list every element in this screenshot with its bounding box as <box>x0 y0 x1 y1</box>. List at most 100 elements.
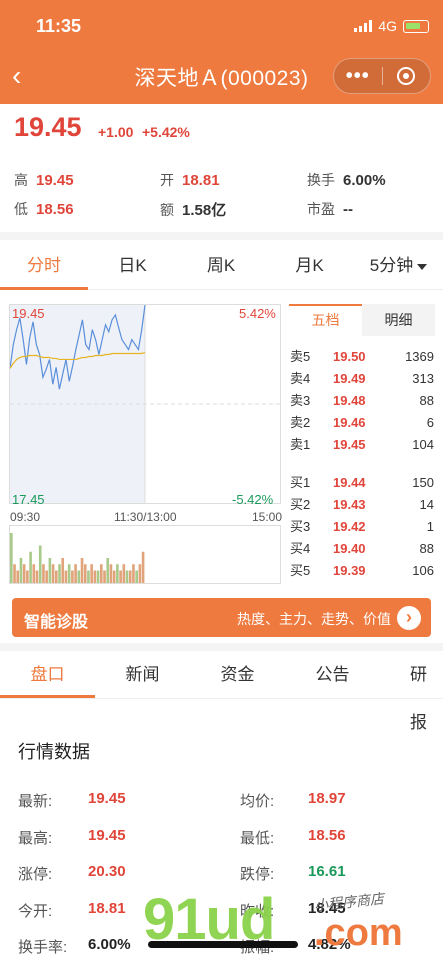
market-item: 今开: 18.81 <box>18 900 126 921</box>
orderbook-tabs: 五档 明细 <box>289 304 435 336</box>
market-item: 均价: 18.97 <box>240 790 346 811</box>
orderbook-volume: 6 <box>426 415 434 430</box>
summary-item: 低 18.56 <box>14 199 74 219</box>
price-line-chart <box>9 304 280 503</box>
caret-down-icon <box>417 263 428 270</box>
summary-label: 额 <box>160 202 174 218</box>
volume-bar <box>48 558 52 583</box>
arrow-right-icon[interactable]: › <box>397 606 421 630</box>
market-item: 跌停: 16.61 <box>240 863 346 884</box>
orderbook-volume: 150 <box>412 475 434 490</box>
target-ring-icon[interactable] <box>383 67 431 85</box>
market-item: 最高: 19.45 <box>18 827 126 848</box>
info-tabs: 盘口 新闻 资金 公告 研报 <box>0 651 443 732</box>
tab-indicator <box>0 287 88 290</box>
market-value: 6.00% <box>88 936 131 953</box>
tab-handicap[interactable]: 盘口 <box>0 651 95 699</box>
volume-bar <box>135 570 138 583</box>
volume-bar <box>103 570 106 583</box>
volume-bar <box>77 570 81 583</box>
market-item: 换手率: 6.00% <box>18 936 131 957</box>
volume-bar <box>80 558 84 583</box>
volume-bar <box>116 564 119 583</box>
tab-news[interactable]: 新闻 <box>95 651 190 699</box>
orderbook-price: 19.40 <box>333 541 366 556</box>
market-label: 均价: <box>240 793 275 810</box>
status-time: 11:35 <box>36 16 82 36</box>
orderbook-row: 卖5 19.50 1369 <box>290 346 434 368</box>
volume-bar <box>64 570 68 583</box>
mini-program-capsule: ••• <box>333 58 431 94</box>
tab-intraday[interactable]: 分时 <box>0 242 88 290</box>
tab-5min[interactable]: 5分钟 <box>354 242 443 290</box>
price-change: +1.00 <box>98 124 134 140</box>
volume-bar <box>71 570 74 583</box>
tab-details[interactable]: 明细 <box>362 304 435 336</box>
section-divider <box>0 232 443 240</box>
summary-item: 开 18.81 <box>160 170 220 190</box>
market-label: 换手率: <box>18 939 68 956</box>
volume-bar <box>29 551 32 583</box>
volume-bar <box>90 564 93 583</box>
network-label: 4G <box>378 18 397 34</box>
market-value: 19.45 <box>88 826 126 844</box>
chart-tabs: 分时 日K 周K 月K 5分钟 <box>0 242 443 290</box>
orderbook-level: 买3 <box>290 519 311 534</box>
orderbook-volume: 88 <box>419 393 434 408</box>
summary-value: -- <box>343 201 353 218</box>
y-label-top-pct: 5.42% <box>239 306 276 321</box>
volume-bar <box>125 570 129 583</box>
orderbook-row: 买3 19.42 1 <box>290 516 434 538</box>
y-label-top: 19.45 <box>12 306 45 321</box>
orderbook-row: 卖3 19.48 88 <box>290 390 434 412</box>
tab-announcements[interactable]: 公告 <box>285 651 380 699</box>
current-price: 19.45 <box>14 112 82 142</box>
watermark-suffix: .com <box>314 912 403 954</box>
volume-bar <box>74 564 77 583</box>
summary-label: 市盈 <box>307 201 335 217</box>
orderbook-price: 19.49 <box>333 371 366 386</box>
orderbook-volume: 104 <box>412 437 434 452</box>
watermark-underline <box>148 941 298 948</box>
volume-bar <box>106 558 110 583</box>
volume-bar <box>112 570 116 583</box>
orderbook-level: 买1 <box>290 475 311 490</box>
orderbook-row: 卖2 19.46 6 <box>290 412 434 434</box>
volume-bar <box>26 570 29 583</box>
orderbook-row: 卖1 19.45 104 <box>290 434 434 456</box>
orderbook-price: 19.48 <box>333 393 366 408</box>
orderbook-level: 买5 <box>290 563 311 578</box>
tab2-indicator <box>0 695 95 698</box>
orderbook-volume: 1 <box>426 519 434 534</box>
battery-icon <box>403 19 429 33</box>
market-value: 18.97 <box>308 790 346 807</box>
volume-bar <box>132 564 135 583</box>
volume-bar <box>61 558 65 583</box>
tab-five-levels[interactable]: 五档 <box>289 304 362 336</box>
market-item: 最新: 19.45 <box>18 790 126 811</box>
tab-monthly-k[interactable]: 月K <box>265 242 354 290</box>
y-label-bottom: 17.45 <box>12 492 45 507</box>
orderbook-level: 卖2 <box>290 415 311 430</box>
tab-research[interactable]: 研报 <box>380 651 443 732</box>
summary-label: 低 <box>14 201 28 217</box>
tab-5min-label: 5分钟 <box>369 256 414 275</box>
orderbook-volume: 1369 <box>405 349 434 364</box>
orderbook-level: 卖3 <box>290 393 311 408</box>
market-value: 20.30 <box>88 863 126 880</box>
diagnosis-title: 智能诊股 <box>24 614 89 631</box>
orderbook-level: 买2 <box>290 497 311 512</box>
time-label-close: 15:00 <box>252 510 283 524</box>
market-item: 最低: 18.56 <box>240 827 346 848</box>
orderbook-row: 买5 19.39 106 <box>290 560 434 582</box>
tab-funds[interactable]: 资金 <box>190 651 285 699</box>
tab-daily-k[interactable]: 日K <box>88 242 177 290</box>
smart-diagnosis-banner[interactable]: 智能诊股 热度、主力、走势、价值 › <box>12 598 431 637</box>
volume-bar <box>96 570 100 583</box>
tab-weekly-k[interactable]: 周K <box>177 242 265 290</box>
market-label: 最新: <box>18 793 53 810</box>
volume-bar <box>128 570 132 583</box>
more-dots-icon[interactable]: ••• <box>334 65 382 88</box>
volume-bar <box>55 570 58 583</box>
orderbook-volume: 313 <box>412 371 434 386</box>
